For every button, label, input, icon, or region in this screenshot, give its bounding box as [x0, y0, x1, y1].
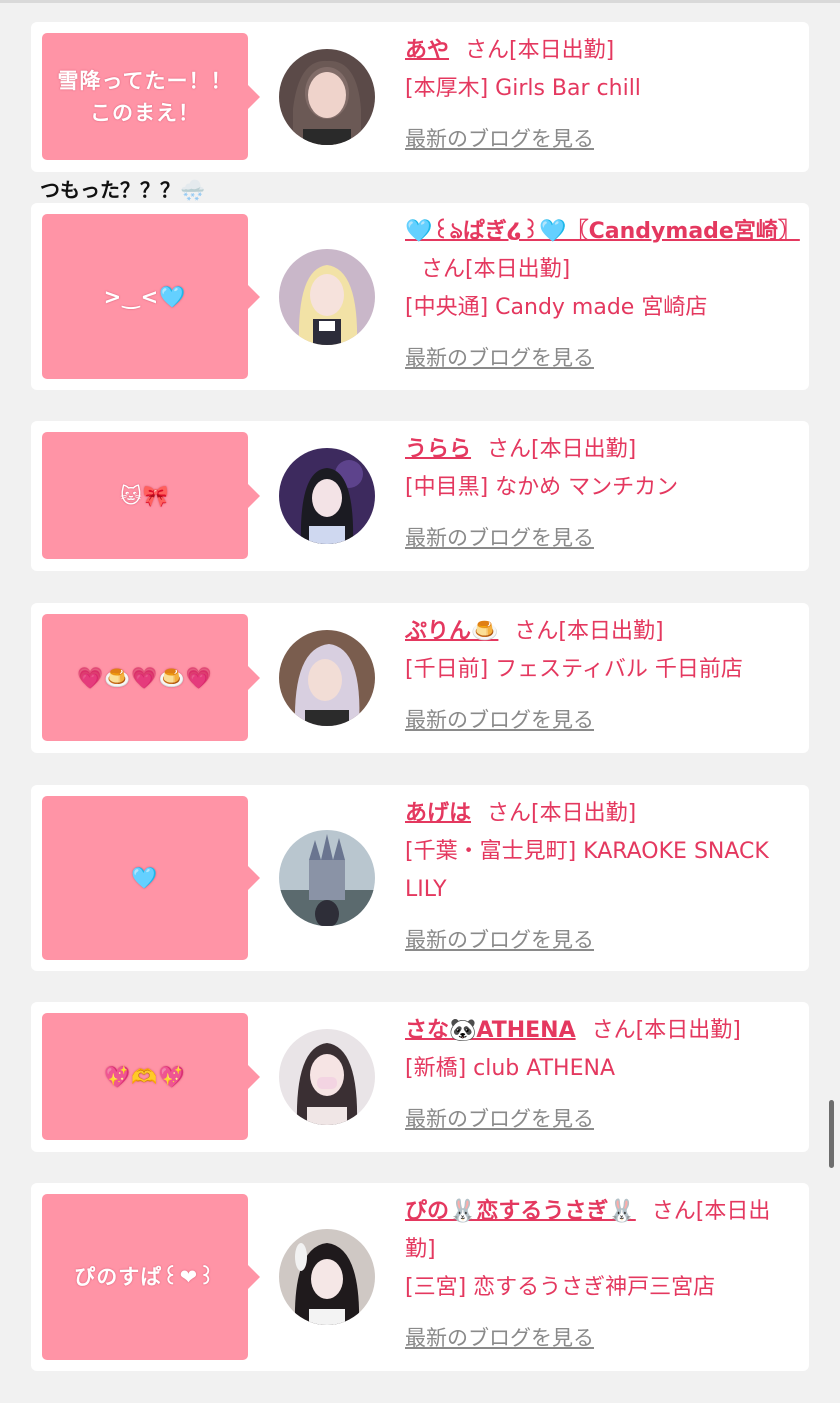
blog-link[interactable]: 最新のブログを見る [405, 339, 594, 377]
cast-card: 💖🫶💖 さな🐼ATHENA さん[本日出勤] [新橋] club ATHENA 最… [31, 1002, 809, 1152]
cast-info: うらら さん[本日出勤] [中目黒] なかめ マンチカン 最新のブログを見る [405, 431, 797, 558]
shop-label: [中目黒] なかめ マンチカン [405, 475, 679, 500]
cast-name-link[interactable]: ぷりん🍮 [405, 619, 498, 644]
cast-card: 雪降ってたー！！ このまえ！ あや さん[本日出勤] [本厚木] Girls Ba… [31, 22, 809, 172]
cast-name-link[interactable]: ぴの🐰恋するうさぎ🐰 [405, 1199, 636, 1224]
comment-bubble: 🩵 [42, 796, 260, 960]
cast-info: ぴの🐰恋するうさぎ🐰 さん[本日出勤] [三宮] 恋するうさぎ神戸三宮店 最新のブ… [405, 1193, 797, 1358]
blog-link[interactable]: 最新のブログを見る [405, 1100, 594, 1138]
blog-link[interactable]: 最新のブログを見る [405, 1319, 594, 1357]
shop-label: [千葉・富士見町] KARAOKE SNACK LILY [405, 839, 769, 902]
cast-info: さな🐼ATHENA さん[本日出勤] [新橋] club ATHENA 最新のブロ… [405, 1012, 797, 1139]
avatar[interactable] [279, 1029, 375, 1125]
comment-bubble: 🐱🎀 [42, 432, 260, 559]
comment-bubble: >‿<🩵 [42, 214, 260, 379]
shop-label: [千日前] フェスティバル 千日前店 [405, 657, 743, 682]
attendance-label: さん[本日出勤] [487, 437, 637, 462]
blog-link[interactable]: 最新のブログを見る [405, 701, 594, 739]
avatar[interactable] [279, 830, 375, 926]
cast-name-link[interactable]: あや [405, 38, 449, 63]
top-divider [0, 0, 840, 3]
blog-link[interactable]: 最新のブログを見る [405, 519, 594, 557]
comment-bubble: 💖🫶💖 [42, 1013, 260, 1140]
avatar[interactable] [279, 249, 375, 345]
attendance-label: さん[本日出勤] [465, 38, 615, 63]
avatar[interactable] [279, 448, 375, 544]
cast-name-link[interactable]: うらら [405, 437, 471, 462]
comment-bubble: ぴのすぱ꒰❤︎꒱ [42, 1194, 260, 1360]
cast-info: ぷりん🍮 さん[本日出勤] [千日前] フェスティバル 千日前店 最新のブログを見… [405, 613, 797, 740]
cast-name-link[interactable]: あげは [405, 801, 471, 826]
comment-bubble: 💗🍮💗🍮💗 [42, 614, 260, 741]
cast-card: >‿<🩵 🩵꒰ঌぱぎ໒꒱🩵〖Candymade宮崎〗さん[本日出勤] [中央通]… [31, 203, 809, 390]
avatar[interactable] [279, 49, 375, 145]
cast-card: 🐱🎀 うらら さん[本日出勤] [中目黒] なかめ マンチカン 最新のブログを見る [31, 421, 809, 571]
shop-label: [本厚木] Girls Bar chill [405, 76, 641, 101]
avatar[interactable] [279, 630, 375, 726]
attendance-label: さん[本日出勤] [514, 619, 664, 644]
comment-text: つもった？？？🌨️ [40, 178, 205, 202]
shop-label: [三宮] 恋するうさぎ神戸三宮店 [405, 1275, 716, 1300]
cast-name-link[interactable]: 🩵꒰ঌぱぎ໒꒱🩵〖Candymade宮崎〗 [405, 219, 800, 244]
comment-bubble: 雪降ってたー！！ このまえ！ [42, 33, 260, 160]
cast-card: 💗🍮💗🍮💗 ぷりん🍮 さん[本日出勤] [千日前] フェスティバル 千日前店 最新… [31, 603, 809, 753]
cast-info: 🩵꒰ঌぱぎ໒꒱🩵〖Candymade宮崎〗さん[本日出勤] [中央通] Cand… [405, 213, 800, 378]
cast-card: ぴのすぱ꒰❤︎꒱ ぴの🐰恋するうさぎ🐰 さん[本日出勤] [三宮] 恋するうさぎ神… [31, 1183, 809, 1371]
cast-card: 🩵 あげは さん[本日出勤] [千葉・富士見町] KARAOKE SNACK LI… [31, 785, 809, 971]
cast-info: あや さん[本日出勤] [本厚木] Girls Bar chill 最新のブログを… [405, 32, 797, 159]
shop-label: [中央通] Candy made 宮崎店 [405, 295, 708, 320]
cast-info: あげは さん[本日出勤] [千葉・富士見町] KARAOKE SNACK LILY… [405, 795, 797, 960]
attendance-label: さん[本日出勤] [487, 801, 637, 826]
blog-link[interactable]: 最新のブログを見る [405, 120, 594, 158]
blog-link[interactable]: 最新のブログを見る [405, 921, 594, 959]
cast-name-link[interactable]: さな🐼ATHENA [405, 1018, 576, 1043]
avatar[interactable] [279, 1229, 375, 1325]
attendance-label: さん[本日出勤] [591, 1018, 741, 1043]
scrollbar[interactable] [829, 1100, 834, 1168]
attendance-label: さん[本日出勤] [421, 257, 571, 282]
shop-label: [新橋] club ATHENA [405, 1056, 615, 1081]
